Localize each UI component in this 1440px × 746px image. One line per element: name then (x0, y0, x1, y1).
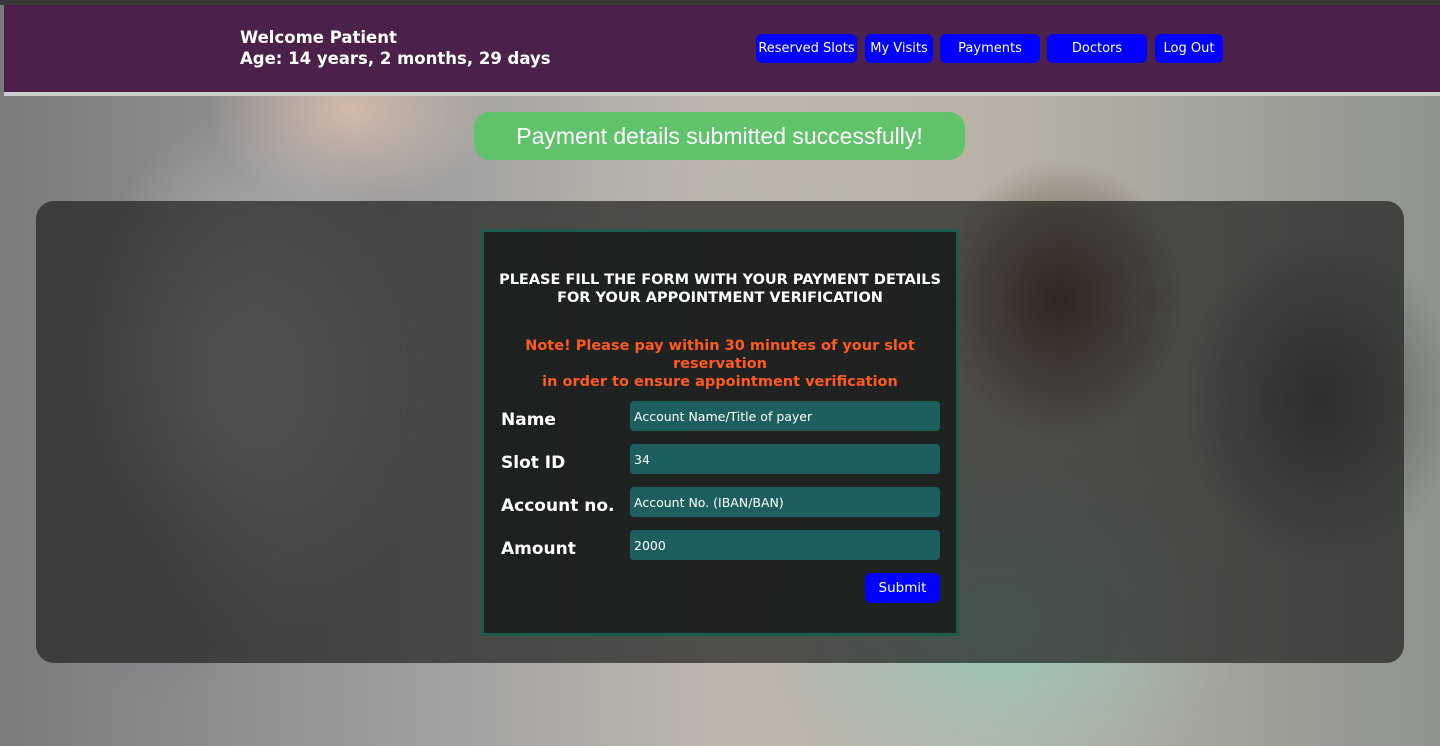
form-title-line-1: PLEASE FILL THE FORM WITH YOUR PAYMENT D… (499, 272, 941, 288)
slot-id-input[interactable] (630, 444, 940, 474)
form-note: Note! Please pay within 30 minutes of yo… (484, 337, 956, 391)
amount-label: Amount (501, 539, 576, 559)
account-no-input[interactable] (630, 487, 940, 517)
nav-log-out-button[interactable]: Log Out (1155, 34, 1223, 63)
name-input[interactable] (630, 401, 940, 431)
success-alert: Payment details submitted successfully! (474, 112, 965, 160)
form-title: PLEASE FILL THE FORM WITH YOUR PAYMENT D… (484, 271, 956, 307)
payment-form: PLEASE FILL THE FORM WITH YOUR PAYMENT D… (481, 229, 959, 636)
navbar: Welcome Patient Age: 14 years, 2 months,… (4, 5, 1440, 96)
nav-doctors-button[interactable]: Doctors (1047, 34, 1147, 63)
name-label: Name (501, 410, 556, 430)
slot-id-label: Slot ID (501, 453, 566, 473)
account-no-label: Account no. (501, 496, 615, 516)
amount-input[interactable] (630, 530, 940, 560)
welcome-text: Welcome Patient (240, 28, 397, 47)
nav-my-visits-button[interactable]: My Visits (865, 34, 933, 63)
form-note-line-1: Note! Please pay within 30 minutes of yo… (525, 338, 915, 372)
nav-payments-button[interactable]: Payments (940, 34, 1040, 63)
form-note-line-2: in order to ensure appointment verificat… (542, 374, 898, 390)
age-text: Age: 14 years, 2 months, 29 days (240, 49, 551, 68)
welcome-block: Welcome Patient Age: 14 years, 2 months,… (240, 27, 551, 69)
form-title-line-2: FOR YOUR APPOINTMENT VERIFICATION (557, 290, 883, 306)
submit-button[interactable]: Submit (865, 573, 940, 603)
nav-reserved-slots-button[interactable]: Reserved Slots (756, 34, 857, 63)
